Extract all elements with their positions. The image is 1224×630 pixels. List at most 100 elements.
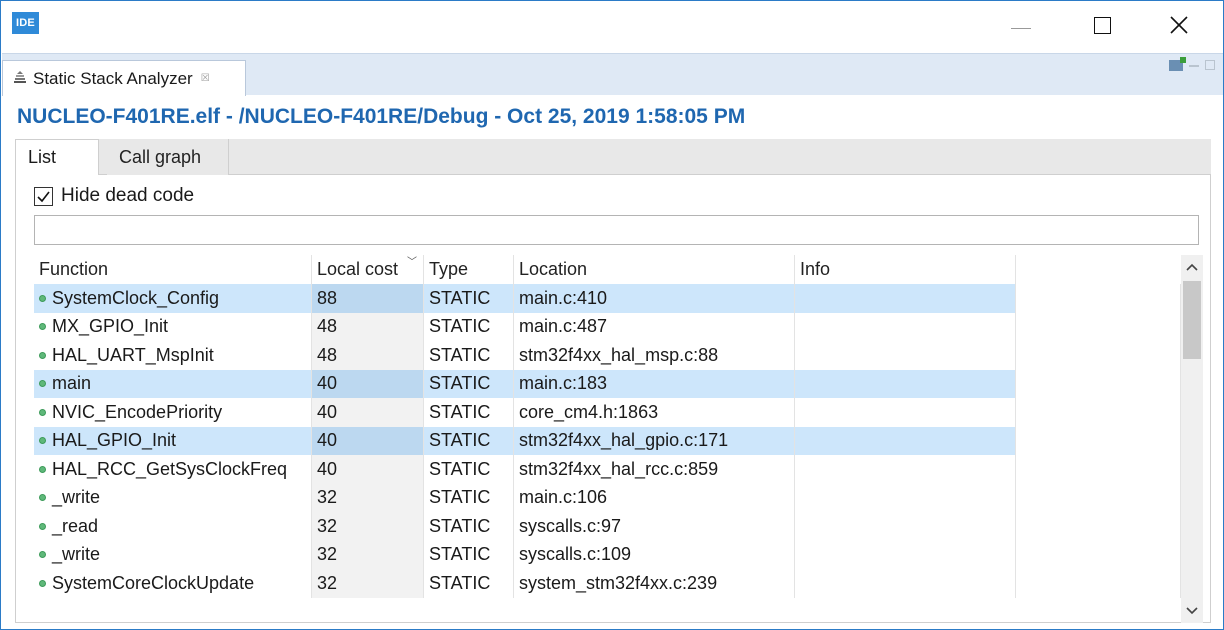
cell-local-cost: 48	[312, 341, 424, 370]
table-row[interactable]: HAL_GPIO_Init 40 STATIC stm32f4xx_hal_gpio.…	[34, 426, 1181, 455]
function-status-icon	[39, 579, 46, 587]
function-name: HAL_GPIO_Init	[52, 430, 177, 451]
function-status-icon	[39, 494, 46, 502]
cell-local-cost: 40	[312, 369, 424, 398]
function-status-icon	[39, 551, 46, 559]
cell-location: syscalls.c:109	[514, 540, 795, 569]
cell-filler	[1016, 569, 1181, 598]
cell-filler	[1016, 312, 1181, 341]
cell-filler	[1016, 512, 1181, 541]
vertical-scrollbar[interactable]	[1181, 255, 1203, 623]
table-row[interactable]: SystemClock_Config 88 STATIC main.c:410	[34, 284, 1181, 313]
analysis-header-title: NUCLEO-F401RE.elf - /NUCLEO-F401RE/Debug…	[17, 105, 746, 128]
function-name: NVIC_EncodePriority	[52, 401, 223, 422]
column-header-filler	[1016, 255, 1181, 284]
cell-type: STATIC	[424, 341, 514, 370]
function-name: HAL_UART_MspInit	[52, 344, 214, 365]
cell-local-cost: 32	[312, 483, 424, 512]
cell-info	[795, 455, 1016, 484]
table-row[interactable]: main 40 STATIC main.c:183	[34, 369, 1181, 398]
cell-location: main.c:183	[514, 369, 795, 398]
cell-local-cost: 88	[312, 284, 424, 313]
cell-info	[795, 483, 1016, 512]
filter-input[interactable]	[34, 215, 1199, 245]
cell-type: STATIC	[424, 455, 514, 484]
static-stack-analyzer-tab[interactable]: Static Stack Analyzer ☒	[2, 60, 246, 96]
cell-function: SystemClock_Config	[34, 284, 312, 313]
close-window-button[interactable]	[1156, 9, 1202, 41]
cell-location: stm32f4xx_hal_msp.c:88	[514, 341, 795, 370]
cell-local-cost: 32	[312, 540, 424, 569]
hide-dead-code-checkbox[interactable]	[34, 186, 53, 206]
column-header-function[interactable]: Function	[34, 255, 312, 284]
pin-view-icon[interactable]	[1169, 57, 1186, 71]
cell-info	[795, 540, 1016, 569]
scroll-up-icon[interactable]	[1181, 255, 1203, 279]
cell-function: SystemCoreClockUpdate	[34, 569, 312, 598]
table-row[interactable]: _read 32 STATIC syscalls.c:97	[34, 512, 1181, 541]
column-header-info[interactable]: Info	[795, 255, 1016, 284]
cell-type: STATIC	[424, 398, 514, 427]
function-status-icon	[39, 522, 46, 530]
function-name: HAL_RCC_GetSysClockFreq	[52, 458, 288, 479]
table-row[interactable]: SystemCoreClockUpdate 32 STATIC system_stm3…	[34, 569, 1181, 598]
minimize-view-icon[interactable]	[1189, 65, 1199, 67]
cell-function: _read	[34, 512, 312, 541]
table-row[interactable]: _write 32 STATIC main.c:106	[34, 483, 1181, 512]
cell-filler	[1016, 540, 1181, 569]
function-status-icon	[39, 294, 46, 302]
cell-local-cost: 32	[312, 512, 424, 541]
title-bar: IDE	[1, 1, 1223, 53]
table-row[interactable]: HAL_UART_MspInit 48 STATIC stm32f4xx_hal_ms…	[34, 341, 1181, 370]
maximize-icon	[1093, 16, 1111, 34]
function-status-icon	[39, 408, 46, 416]
hide-dead-code-option[interactable]: Hide dead code	[34, 185, 194, 207]
function-status-icon	[39, 437, 46, 445]
column-header-type[interactable]: Type	[424, 255, 514, 284]
view-tab-label: Static Stack Analyzer	[33, 68, 193, 88]
table-row[interactable]: MX_GPIO_Init 48 STATIC main.c:487	[34, 312, 1181, 341]
table-row[interactable]: _write 32 STATIC syscalls.c:109	[34, 540, 1181, 569]
cell-function: HAL_GPIO_Init	[34, 426, 312, 455]
scroll-down-icon[interactable]	[1181, 599, 1203, 623]
cell-local-cost: 48	[312, 312, 424, 341]
cell-filler	[1016, 284, 1181, 313]
cell-function: _write	[34, 483, 312, 512]
tab-close-icon[interactable]: ☒	[201, 73, 210, 84]
checkmark-icon	[37, 191, 50, 202]
inner-tab-bar: List Call graph	[15, 139, 1211, 176]
list-panel: Hide dead code Function ﹀ Local cost Typ…	[15, 175, 1211, 623]
cell-type: STATIC	[424, 483, 514, 512]
function-status-icon	[39, 380, 46, 388]
cell-function: MX_GPIO_Init	[34, 312, 312, 341]
cell-info	[795, 341, 1016, 370]
maximize-button[interactable]	[1079, 9, 1125, 41]
view-tab-strip: Static Stack Analyzer ☒	[2, 53, 1223, 96]
cell-filler	[1016, 369, 1181, 398]
column-header-location[interactable]: Location	[514, 255, 795, 284]
function-name: main	[52, 373, 92, 394]
cell-function: main	[34, 369, 312, 398]
stack-analyzer-icon	[13, 70, 27, 87]
application-window: IDE Static Stack Analyzer ☒ NUCLEO-F401R…	[0, 0, 1224, 630]
minimize-button[interactable]	[998, 9, 1044, 41]
cell-type: STATIC	[424, 369, 514, 398]
cell-location: main.c:487	[514, 312, 795, 341]
function-name: MX_GPIO_Init	[52, 316, 169, 337]
table-row[interactable]: NVIC_EncodePriority 40 STATIC core_cm4.h:18…	[34, 398, 1181, 427]
table-header: Function ﹀ Local cost Type Location Info	[34, 255, 1181, 284]
function-name: SystemCoreClockUpdate	[52, 572, 255, 593]
tab-list[interactable]: List	[15, 139, 99, 176]
maximize-view-icon[interactable]	[1205, 60, 1215, 70]
minimize-icon	[1011, 27, 1031, 29]
column-header-local-cost[interactable]: ﹀ Local cost	[312, 255, 424, 284]
cell-info	[795, 426, 1016, 455]
tab-call-graph[interactable]: Call graph	[107, 139, 229, 175]
table-row[interactable]: HAL_RCC_GetSysClockFreq 40 STATIC stm32f4xx…	[34, 455, 1181, 484]
scrollbar-thumb[interactable]	[1183, 281, 1201, 359]
function-name: _read	[52, 515, 99, 536]
cell-location: system_stm32f4xx.c:239	[514, 569, 795, 598]
cell-location: core_cm4.h:1863	[514, 398, 795, 427]
function-status-icon	[39, 351, 46, 359]
sort-descending-icon: ﹀	[407, 257, 417, 268]
